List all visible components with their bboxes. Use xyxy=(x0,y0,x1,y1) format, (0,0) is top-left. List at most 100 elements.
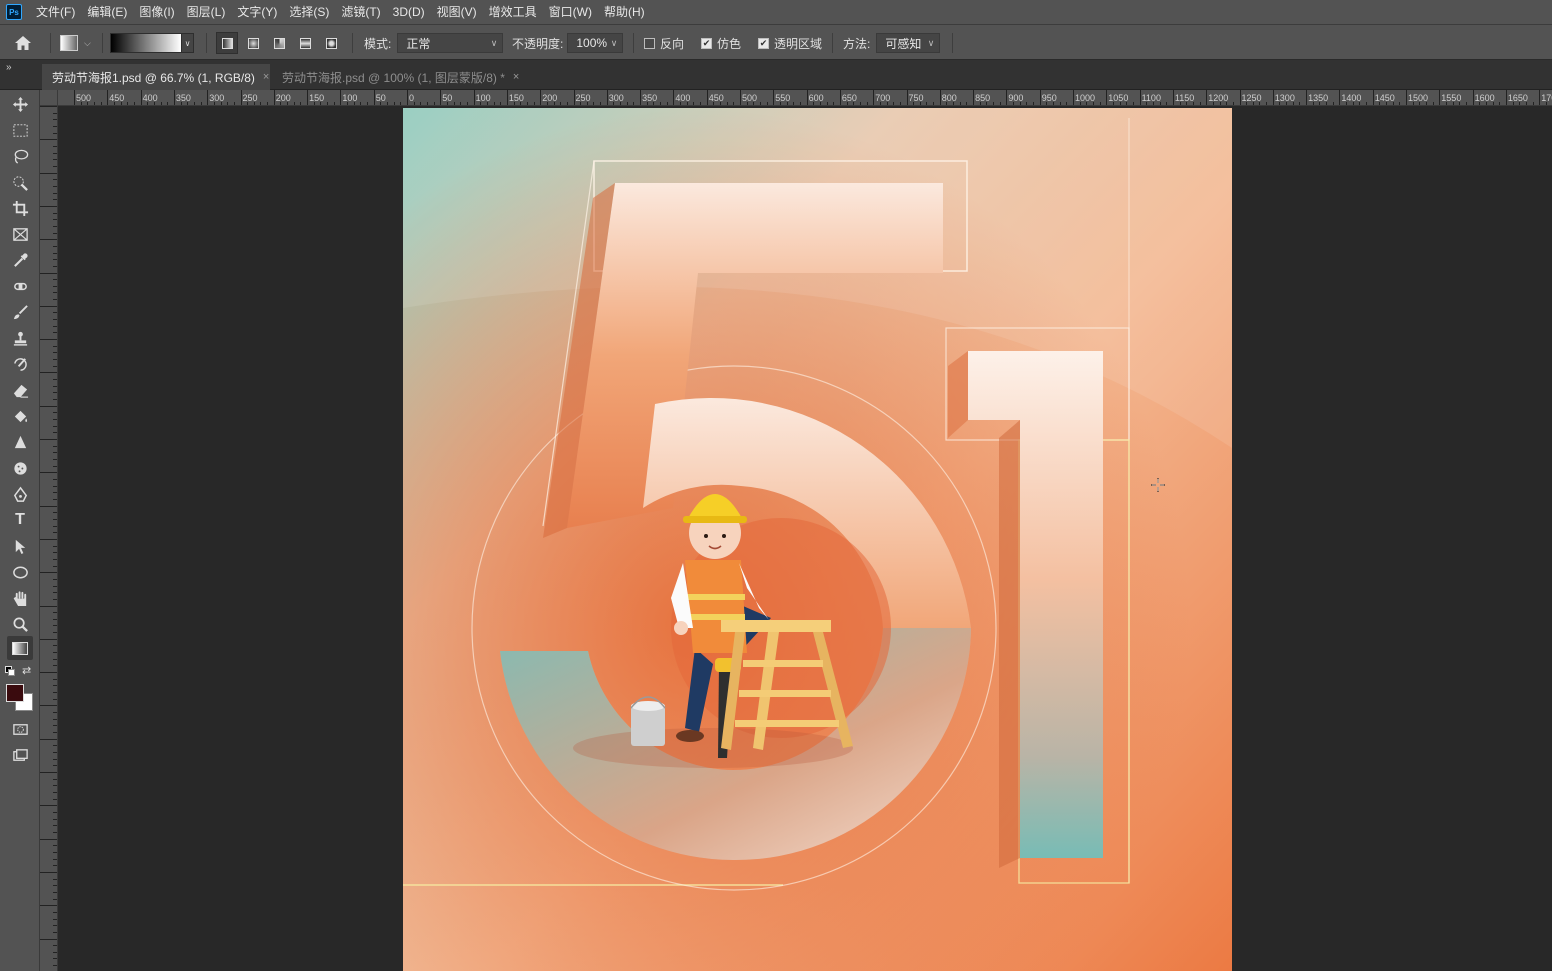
ruler-label: 1350 xyxy=(1308,93,1329,103)
photoshop-logo[interactable]: Ps xyxy=(6,4,22,20)
ruler-label: 850 xyxy=(975,93,991,103)
ruler-tick xyxy=(53,352,57,354)
marquee-tool[interactable] xyxy=(7,118,33,142)
canvas-area[interactable] xyxy=(58,106,1552,971)
tab-document-1[interactable]: 劳动节海报1.psd @ 66.7% (1, RGB/8) × xyxy=(42,64,270,90)
eraser-tool[interactable] xyxy=(7,378,33,402)
opacity-control: 不透明度: 100% ∨ xyxy=(512,25,624,61)
menu-item[interactable]: 增效工具 xyxy=(483,0,543,24)
frame-tool[interactable] xyxy=(7,222,33,246)
ruler-label: 1200 xyxy=(1208,93,1229,103)
ruler-tick xyxy=(53,778,57,780)
menu-item[interactable]: 编辑(E) xyxy=(81,0,133,24)
vertical-ruler[interactable] xyxy=(40,106,58,971)
radial-gradient-button[interactable] xyxy=(242,32,264,54)
menu-item[interactable]: 滤镜(T) xyxy=(335,0,386,24)
ruler-tick xyxy=(53,379,57,381)
sharpen-tool[interactable] xyxy=(7,430,33,454)
collapse-panel-icon[interactable]: » xyxy=(6,62,12,73)
sponge-tool[interactable] xyxy=(7,456,33,480)
menu-item[interactable]: 图像(I) xyxy=(133,0,180,24)
chevron-down-icon[interactable]: ∨ xyxy=(182,33,194,53)
gradient-tool[interactable] xyxy=(7,636,33,660)
tool-preset-picker[interactable]: ⌵ xyxy=(60,25,91,61)
ruler-tick xyxy=(307,90,309,105)
poster-artwork[interactable] xyxy=(403,108,1232,971)
close-icon[interactable]: × xyxy=(513,71,519,83)
ruler-tick xyxy=(53,179,57,181)
menu-item[interactable]: 帮助(H) xyxy=(598,0,651,24)
ruler-tick xyxy=(53,632,57,634)
gradient-icon xyxy=(12,641,28,655)
reverse-checkbox-box[interactable] xyxy=(644,37,655,49)
dither-checkbox[interactable]: ✔ 仿色 xyxy=(701,25,741,61)
ruler-tick xyxy=(53,498,57,500)
type-tool[interactable]: T xyxy=(7,508,33,532)
quick-selection-tool[interactable] xyxy=(7,170,33,194)
close-icon[interactable]: × xyxy=(263,71,269,83)
menu-item[interactable]: 图层(L) xyxy=(181,0,232,24)
check-icon[interactable]: ✔ xyxy=(758,37,769,49)
ruler-tick xyxy=(53,732,57,734)
pen-tool[interactable] xyxy=(7,482,33,506)
default-colors-icon[interactable] xyxy=(5,666,15,676)
ruler-tick xyxy=(53,911,57,913)
diamond-gradient-button[interactable] xyxy=(320,32,342,54)
gradient-swatch[interactable] xyxy=(110,33,182,53)
menu-item[interactable]: 视图(V) xyxy=(431,0,483,24)
lasso-tool[interactable] xyxy=(7,144,33,168)
method-label: 方法: xyxy=(843,36,871,51)
ruler-tick xyxy=(1039,90,1041,105)
quick-mask-tool[interactable] xyxy=(7,717,33,741)
method-dropdown[interactable]: 可感知 ∨ xyxy=(876,33,941,53)
linear-gradient-button[interactable] xyxy=(216,32,238,54)
ruler-corner[interactable] xyxy=(40,90,58,106)
ruler-tick xyxy=(40,172,57,174)
home-icon xyxy=(15,36,31,50)
reflected-gradient-button[interactable] xyxy=(294,32,316,54)
screen-mode-tool[interactable] xyxy=(7,743,33,767)
opacity-label: 不透明度: xyxy=(512,36,564,51)
ruler-label: 150 xyxy=(508,93,524,103)
menu-item[interactable]: 3D(D) xyxy=(387,0,431,24)
crop-tool[interactable] xyxy=(7,196,33,220)
ellipse-tool[interactable] xyxy=(7,560,33,584)
ruler-tick xyxy=(53,965,57,967)
ruler-tick xyxy=(40,305,57,307)
zoom-tool[interactable] xyxy=(7,612,33,636)
history-brush-tool[interactable] xyxy=(7,352,33,376)
mode-dropdown[interactable]: 正常 ∨ xyxy=(397,33,504,53)
menu-item[interactable]: 窗口(W) xyxy=(543,0,598,24)
ruler-label: 550 xyxy=(775,93,791,103)
horizontal-ruler[interactable]: 500 450 400 350 300 250 200 150 100 50 0 50 100 150 20… xyxy=(58,90,1552,106)
opacity-field[interactable]: 100% ∨ xyxy=(567,33,624,53)
move-tool[interactable] xyxy=(7,92,33,116)
brush-tool[interactable] xyxy=(7,300,33,324)
ruler-label: 1300 xyxy=(1274,93,1295,103)
ruler-tick xyxy=(873,90,875,105)
options-bar: ⌵ ∨ 模式: 正常 ∨ 不透明度: 100% ∨ 反向 ✔ 仿色 ✔ 透明区域… xyxy=(0,24,1552,60)
menu-item[interactable]: 选择(S) xyxy=(283,0,335,24)
ruler-label: 50 xyxy=(442,93,453,103)
ruler-tick xyxy=(40,439,57,440)
angle-gradient-button[interactable] xyxy=(268,32,290,54)
quick-selection-icon xyxy=(12,175,28,191)
swap-colors-icon[interactable]: ⇄ xyxy=(22,664,31,677)
clone-stamp-tool[interactable] xyxy=(7,326,33,350)
reverse-checkbox[interactable]: 反向 xyxy=(644,25,684,61)
hand-tool[interactable] xyxy=(7,586,33,610)
menu-item[interactable]: 文字(Y) xyxy=(231,0,283,24)
home-button[interactable] xyxy=(14,25,32,61)
ruler-tick xyxy=(40,605,57,607)
menu-item[interactable]: 文件(F) xyxy=(30,0,81,24)
transparency-checkbox[interactable]: ✔ 透明区域 xyxy=(758,25,822,61)
gradient-picker[interactable]: ∨ xyxy=(110,25,194,61)
check-icon[interactable]: ✔ xyxy=(701,37,712,49)
spot-healing-tool[interactable] xyxy=(7,274,33,298)
eyedropper-tool[interactable] xyxy=(7,248,33,272)
tab-document-2[interactable]: 劳动节海报.psd @ 100% (1, 图层蒙版/8) * × xyxy=(272,64,526,90)
ruler-label: 1600 xyxy=(1474,93,1495,103)
paint-bucket-tool[interactable] xyxy=(7,404,33,428)
path-selection-tool[interactable] xyxy=(7,534,33,558)
foreground-color-swatch[interactable] xyxy=(6,684,24,702)
